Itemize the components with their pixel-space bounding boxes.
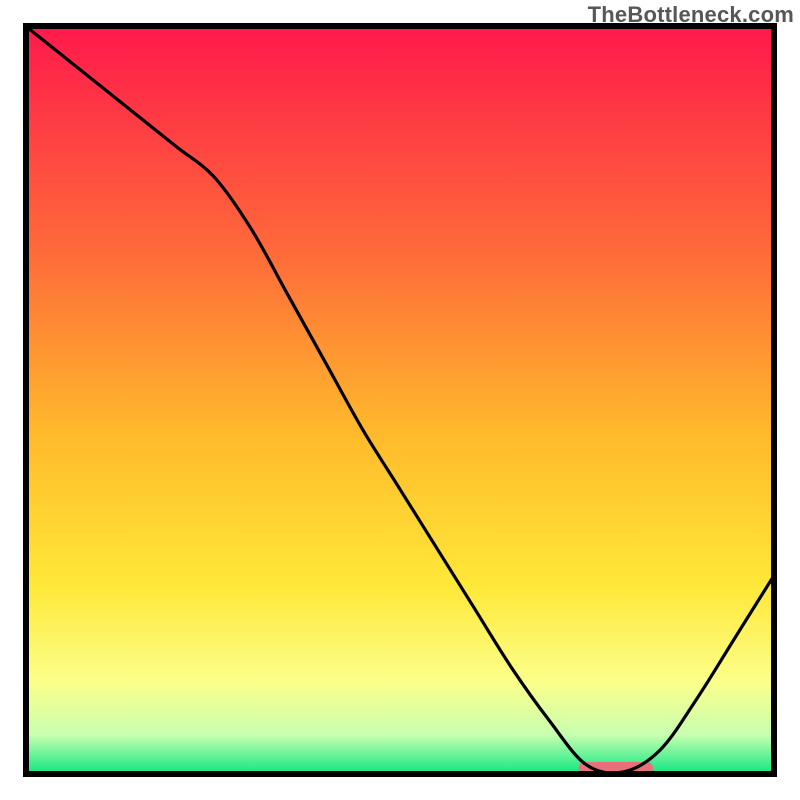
watermark-label: TheBottleneck.com	[588, 2, 794, 28]
chart-stage: TheBottleneck.com	[0, 0, 800, 800]
chart-svg	[0, 0, 800, 800]
plot-background	[28, 28, 772, 772]
